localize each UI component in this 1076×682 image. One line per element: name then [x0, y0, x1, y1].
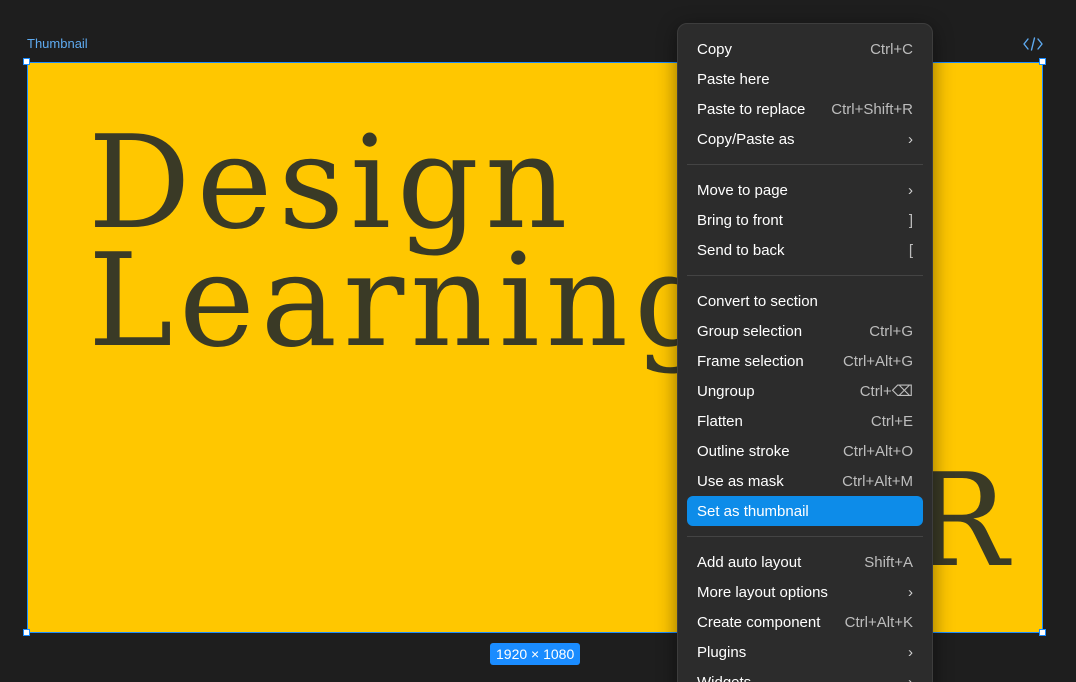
menu-item-shortcut: Shift+A: [864, 553, 913, 571]
menu-item-shortcut: Ctrl+Shift+R: [831, 100, 913, 118]
menu-item-send-to-back[interactable]: Send to back [: [687, 235, 923, 265]
menu-item-plugins[interactable]: Plugins ›: [687, 637, 923, 667]
menu-item-widgets[interactable]: Widgets ›: [687, 667, 923, 682]
menu-item-copy[interactable]: Copy Ctrl+C: [687, 34, 923, 64]
menu-item-label: Copy: [697, 40, 733, 58]
menu-separator: [687, 536, 923, 537]
menu-item-label: Send to back: [697, 241, 785, 259]
menu-item-label: Bring to front: [697, 211, 783, 229]
chevron-right-icon: ›: [908, 673, 913, 682]
menu-item-label: Frame selection: [697, 352, 804, 370]
chevron-right-icon: ›: [908, 643, 913, 661]
menu-item-shortcut: Ctrl+Alt+O: [842, 442, 913, 460]
menu-item-paste-here[interactable]: Paste here: [687, 64, 923, 94]
menu-item-label: Set as thumbnail: [697, 502, 809, 520]
menu-item-shortcut: Ctrl+E: [870, 412, 913, 430]
menu-item-label: Outline stroke: [697, 442, 790, 460]
menu-item-frame-selection[interactable]: Frame selection Ctrl+Alt+G: [687, 346, 923, 376]
menu-item-copy-paste-as[interactable]: Copy/Paste as ›: [687, 124, 923, 154]
menu-item-label: Create component: [697, 613, 821, 631]
size-badge: 1920 × 1080: [490, 643, 581, 665]
menu-item-use-as-mask[interactable]: Use as mask Ctrl+Alt+M: [687, 466, 923, 496]
menu-item-shortcut: Ctrl+C: [870, 40, 913, 58]
frame-label[interactable]: Thumbnail: [27, 36, 88, 51]
menu-item-label: Paste here: [697, 70, 770, 88]
menu-item-set-as-thumbnail[interactable]: Set as thumbnail: [687, 496, 923, 526]
menu-item-create-component[interactable]: Create component Ctrl+Alt+K: [687, 607, 923, 637]
resize-handle-bottom-right[interactable]: [1039, 629, 1046, 636]
menu-item-label: Move to page: [697, 181, 788, 199]
menu-item-shortcut: Ctrl+⌫: [859, 383, 913, 400]
menu-item-shortcut: [: [908, 241, 913, 259]
menu-item-bring-to-front[interactable]: Bring to front]: [687, 205, 923, 235]
menu-item-label: Add auto layout: [697, 553, 802, 571]
menu-separator: [687, 275, 923, 276]
menu-item-label: Ungroup: [697, 382, 755, 400]
menu-item-shortcut: Ctrl+Alt+M: [842, 472, 913, 490]
menu-item-outline-stroke[interactable]: Outline stroke Ctrl+Alt+O: [687, 436, 923, 466]
menu-item-more-layout-options[interactable]: More layout options ›: [687, 577, 923, 607]
resize-handle-top-right[interactable]: [1039, 58, 1046, 65]
headline-line-1: Design: [88, 109, 574, 258]
menu-item-label: Paste to replace: [697, 100, 806, 118]
chevron-right-icon: ›: [908, 181, 913, 199]
menu-item-ungroup[interactable]: Ungroup Ctrl+⌫: [687, 376, 923, 406]
menu-separator: [687, 164, 923, 165]
chevron-right-icon: ›: [908, 583, 913, 601]
menu-item-group-selection[interactable]: Group selection Ctrl+G: [687, 316, 923, 346]
canvas[interactable]: Thumbnail Design Learning R 1920 × 1080 …: [0, 0, 1076, 682]
menu-item-label: Convert to section: [697, 292, 818, 310]
menu-item-label: Flatten: [697, 412, 743, 430]
menu-item-shortcut: Ctrl+Alt+K: [844, 613, 913, 631]
menu-item-move-to-page[interactable]: Move to page ›: [687, 175, 923, 205]
menu-item-shortcut: ]: [908, 211, 913, 229]
menu-item-shortcut: Ctrl+Alt+G: [842, 352, 913, 370]
menu-item-label: More layout options: [697, 583, 828, 601]
menu-item-label: Widgets: [697, 673, 752, 682]
menu-item-label: Copy/Paste as: [697, 130, 795, 148]
resize-handle-top-left[interactable]: [23, 58, 30, 65]
headline-text: Design Learning: [88, 109, 722, 376]
code-icon[interactable]: [1022, 36, 1044, 52]
headline-line-2: Learning: [88, 227, 722, 376]
chevron-right-icon: ›: [908, 130, 913, 148]
menu-item-label: Plugins: [697, 643, 747, 661]
menu-item-add-auto-layout[interactable]: Add auto layout Shift+A: [687, 547, 923, 577]
menu-item-flatten[interactable]: Flatten Ctrl+E: [687, 406, 923, 436]
resize-handle-bottom-left[interactable]: [23, 629, 30, 636]
menu-item-convert-to-section[interactable]: Convert to section: [687, 286, 923, 316]
menu-item-label: Use as mask: [697, 472, 784, 490]
menu-item-paste-to-replace[interactable]: Paste to replace Ctrl+Shift+R: [687, 94, 923, 124]
menu-item-shortcut: Ctrl+G: [869, 322, 913, 340]
context-menu: Copy Ctrl+C Paste here Paste to replace Ctrl…: [677, 23, 933, 682]
menu-item-label: Group selection: [697, 322, 803, 340]
